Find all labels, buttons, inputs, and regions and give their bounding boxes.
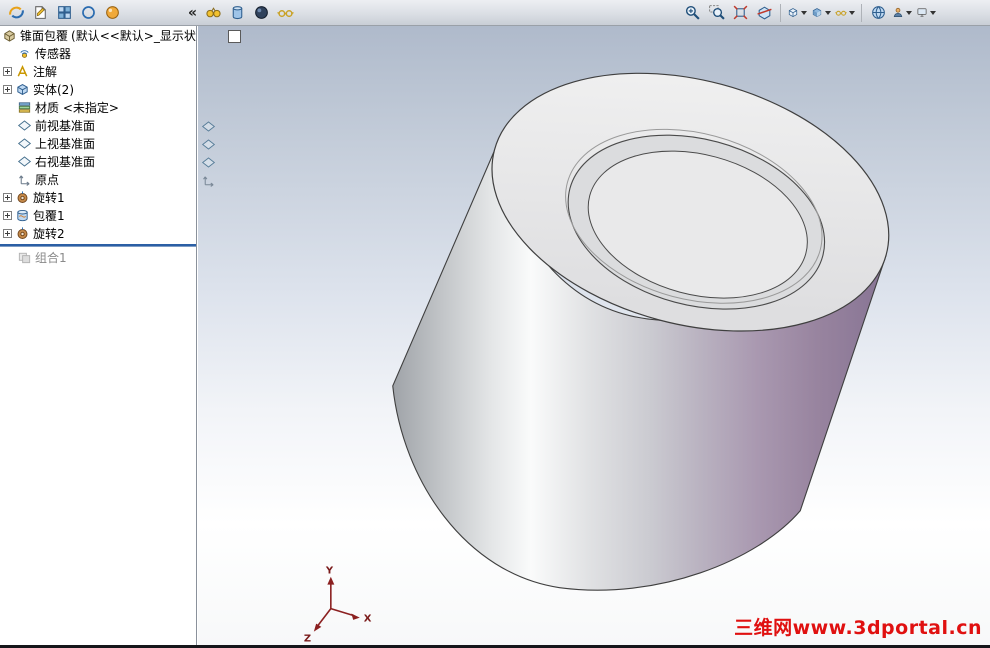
hide-show-items-icon[interactable] xyxy=(834,2,856,24)
rollback-bar[interactable] xyxy=(0,244,196,247)
annotations-icon xyxy=(15,64,30,79)
plane-icon[interactable] xyxy=(201,137,216,152)
flyout-feature-tree xyxy=(201,119,216,188)
top-toolbar: « xyxy=(0,0,990,26)
plane-icon[interactable] xyxy=(201,155,216,170)
tree-item-label: 包覆1 xyxy=(33,208,65,223)
dropdown-caret-icon xyxy=(825,10,831,15)
tree-item-label: 材质 <未指定> xyxy=(35,100,119,115)
blocks-grid-icon[interactable] xyxy=(53,2,75,24)
triad-z-label: Z xyxy=(304,634,311,645)
tree-item-combine1[interactable]: 组合1 xyxy=(0,248,196,266)
dropdown-caret-icon xyxy=(801,10,807,15)
toolbar-separator xyxy=(861,3,862,22)
app-window: « 锥面包覆 (默认<<默认>_显示状... 传感器 注解 实体(2) 材质 <… xyxy=(0,0,990,648)
tree-item-sensors[interactable]: 传感器 xyxy=(0,44,196,62)
expand-toggle[interactable] xyxy=(3,228,12,238)
dropdown-caret-icon xyxy=(906,10,912,15)
tree-item-top-plane[interactable]: 上视基准面 xyxy=(0,134,196,152)
expand-toggle[interactable] xyxy=(3,66,12,76)
collapse-panel-button[interactable]: « xyxy=(184,5,201,21)
graphics-viewport[interactable]: Y X Z 三维网www.3dportal.cn xyxy=(198,26,990,648)
part-title: 锥面包覆 xyxy=(20,28,69,43)
tree-item-annotations[interactable]: 注解 xyxy=(0,62,196,80)
dropdown-caret-icon xyxy=(930,10,936,15)
tree-item-label: 旋转1 xyxy=(33,190,65,205)
apply-scene-icon[interactable] xyxy=(867,2,889,24)
part-title-row[interactable]: 锥面包覆 (默认<<默认>_显示状... xyxy=(0,26,196,44)
tree-item-material[interactable]: 材质 <未指定> xyxy=(0,98,196,116)
dark-sphere-icon[interactable] xyxy=(250,2,272,24)
circle-tool-icon[interactable] xyxy=(77,2,99,24)
zoom-area-icon[interactable] xyxy=(705,2,727,24)
view-orientation-icon[interactable] xyxy=(786,2,808,24)
features-icon[interactable] xyxy=(5,2,27,24)
tree-item-label: 上视基准面 xyxy=(35,136,96,151)
tree-item-revolve1[interactable]: 旋转1 xyxy=(0,188,196,206)
wrap-icon xyxy=(15,208,30,223)
tree-item-front-plane[interactable]: 前视基准面 xyxy=(0,116,196,134)
revolve-icon xyxy=(15,226,30,241)
render-ball-icon[interactable] xyxy=(101,2,123,24)
watermark-text: 三维网www.3dportal.cn xyxy=(734,617,982,639)
dropdown-caret-icon xyxy=(849,10,855,15)
tree-item-label: 旋转2 xyxy=(33,226,65,241)
plane-icon xyxy=(17,154,32,169)
cylinder-icon[interactable] xyxy=(226,2,248,24)
display-style-icon[interactable] xyxy=(810,2,832,24)
triad-y-label: Y xyxy=(325,566,334,577)
tree-item-solid-bodies[interactable]: 实体(2) xyxy=(0,80,196,98)
tree-item-label: 前视基准面 xyxy=(35,118,96,133)
origin-icon[interactable] xyxy=(201,173,216,188)
tree-item-right-plane[interactable]: 右视基准面 xyxy=(0,152,196,170)
expand-toggle[interactable] xyxy=(3,210,12,220)
part-icon xyxy=(2,28,17,43)
material-icon xyxy=(17,100,32,115)
view-settings-icon[interactable] xyxy=(915,2,937,24)
binoculars-icon[interactable] xyxy=(202,2,224,24)
triad-x-label: X xyxy=(364,614,372,625)
section-view-icon[interactable] xyxy=(753,2,775,24)
zoom-fit-icon[interactable] xyxy=(729,2,751,24)
plane-icon xyxy=(17,118,32,133)
revolve-icon xyxy=(15,190,30,205)
feature-manager-panel: 锥面包覆 (默认<<默认>_显示状... 传感器 注解 实体(2) 材质 <未指… xyxy=(0,26,197,648)
tree-item-revolve2[interactable]: 旋转2 xyxy=(0,224,196,242)
toolbar-separator xyxy=(780,3,781,22)
expand-toggle[interactable] xyxy=(3,192,12,202)
sketch-page-icon[interactable] xyxy=(29,2,51,24)
tree-item-label: 右视基准面 xyxy=(35,154,96,169)
tree-item-wrap1[interactable]: 包覆1 xyxy=(0,206,196,224)
viewport-corner-box xyxy=(228,30,241,43)
part-display-state: (默认<<默认>_显示状... xyxy=(71,28,196,43)
origin-icon xyxy=(17,172,32,187)
tree-item-label: 传感器 xyxy=(35,46,72,61)
expand-toggle[interactable] xyxy=(3,84,12,94)
tree-item-label: 原点 xyxy=(35,172,60,187)
tree-item-origin[interactable]: 原点 xyxy=(0,170,196,188)
glasses-icon[interactable] xyxy=(274,2,296,24)
tree-item-label: 实体(2) xyxy=(33,82,74,97)
solid-bodies-icon xyxy=(15,82,30,97)
tree-item-label: 组合1 xyxy=(35,250,67,265)
plane-icon xyxy=(17,136,32,151)
zoom-in-icon[interactable] xyxy=(681,2,703,24)
edit-appearance-icon[interactable] xyxy=(891,2,913,24)
orientation-triad[interactable]: Y X Z xyxy=(304,566,372,645)
combine-icon xyxy=(17,250,32,265)
tree-item-label: 注解 xyxy=(33,64,58,79)
plane-icon[interactable] xyxy=(201,119,216,134)
cone-model[interactable]: Y X Z xyxy=(198,26,990,648)
sensors-icon xyxy=(17,46,32,61)
